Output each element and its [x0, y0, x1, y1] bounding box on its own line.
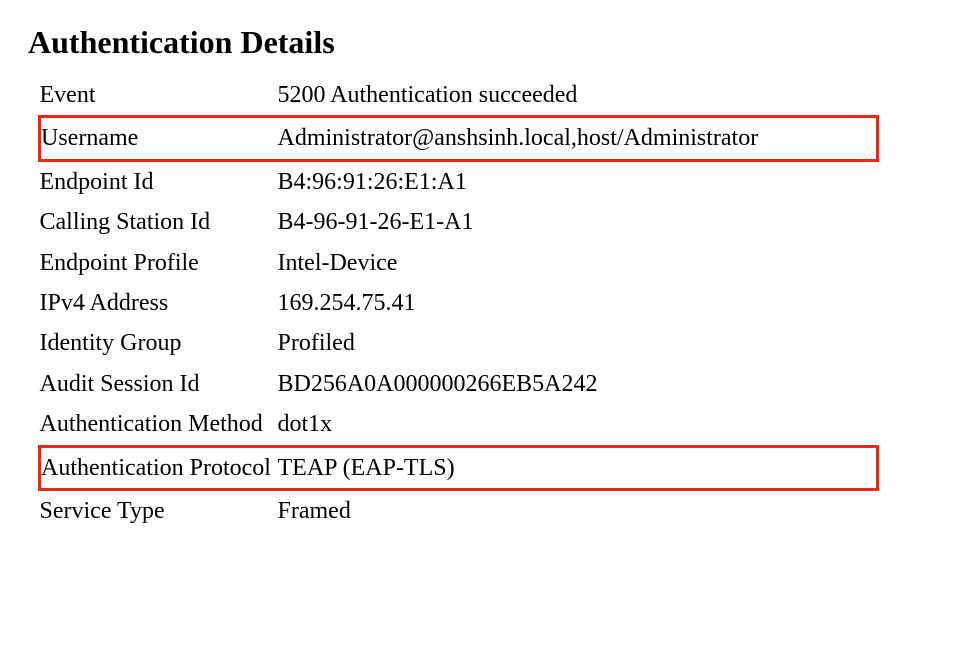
- value-auth-protocol: TEAP (EAP-TLS): [278, 446, 878, 489]
- label-endpoint-profile: Endpoint Profile: [40, 243, 278, 283]
- row-service-type: Service Type Framed: [40, 489, 878, 531]
- label-calling-station: Calling Station Id: [40, 202, 278, 242]
- label-audit-session: Audit Session Id: [40, 364, 278, 404]
- row-endpoint-id: Endpoint Id B4:96:91:26:E1:A1: [40, 160, 878, 202]
- value-calling-station: B4-96-91-26-E1-A1: [278, 202, 878, 242]
- label-username: Username: [40, 117, 278, 160]
- row-username: Username Administrator@anshsinh.local,ho…: [40, 117, 878, 160]
- value-audit-session: BD256A0A000000266EB5A242: [278, 364, 878, 404]
- value-auth-method: dot1x: [278, 404, 878, 446]
- row-endpoint-profile: Endpoint Profile Intel-Device: [40, 243, 878, 283]
- label-service-type: Service Type: [40, 489, 278, 531]
- label-endpoint-id: Endpoint Id: [40, 160, 278, 202]
- value-identity-group: Profiled: [278, 323, 878, 363]
- row-calling-station: Calling Station Id B4-96-91-26-E1-A1: [40, 202, 878, 242]
- row-auth-method: Authentication Method dot1x: [40, 404, 878, 446]
- row-auth-protocol: Authentication Protocol TEAP (EAP-TLS): [40, 446, 878, 489]
- row-audit-session: Audit Session Id BD256A0A000000266EB5A24…: [40, 364, 878, 404]
- label-event: Event: [40, 75, 278, 117]
- row-identity-group: Identity Group Profiled: [40, 323, 878, 363]
- page-title: Authentication Details: [28, 24, 948, 61]
- value-ipv4: 169.254.75.41: [278, 283, 878, 323]
- value-endpoint-id: B4:96:91:26:E1:A1: [278, 160, 878, 202]
- label-ipv4: IPv4 Address: [40, 283, 278, 323]
- value-username: Administrator@anshsinh.local,host/Admini…: [278, 117, 878, 160]
- label-identity-group: Identity Group: [40, 323, 278, 363]
- value-event: 5200 Authentication succeeded: [278, 75, 878, 117]
- value-endpoint-profile: Intel-Device: [278, 243, 878, 283]
- value-service-type: Framed: [278, 489, 878, 531]
- auth-details-table: Event 5200 Authentication succeeded User…: [38, 75, 879, 531]
- label-auth-protocol: Authentication Protocol: [40, 446, 278, 489]
- row-ipv4: IPv4 Address 169.254.75.41: [40, 283, 878, 323]
- label-auth-method: Authentication Method: [40, 404, 278, 446]
- row-event: Event 5200 Authentication succeeded: [40, 75, 878, 117]
